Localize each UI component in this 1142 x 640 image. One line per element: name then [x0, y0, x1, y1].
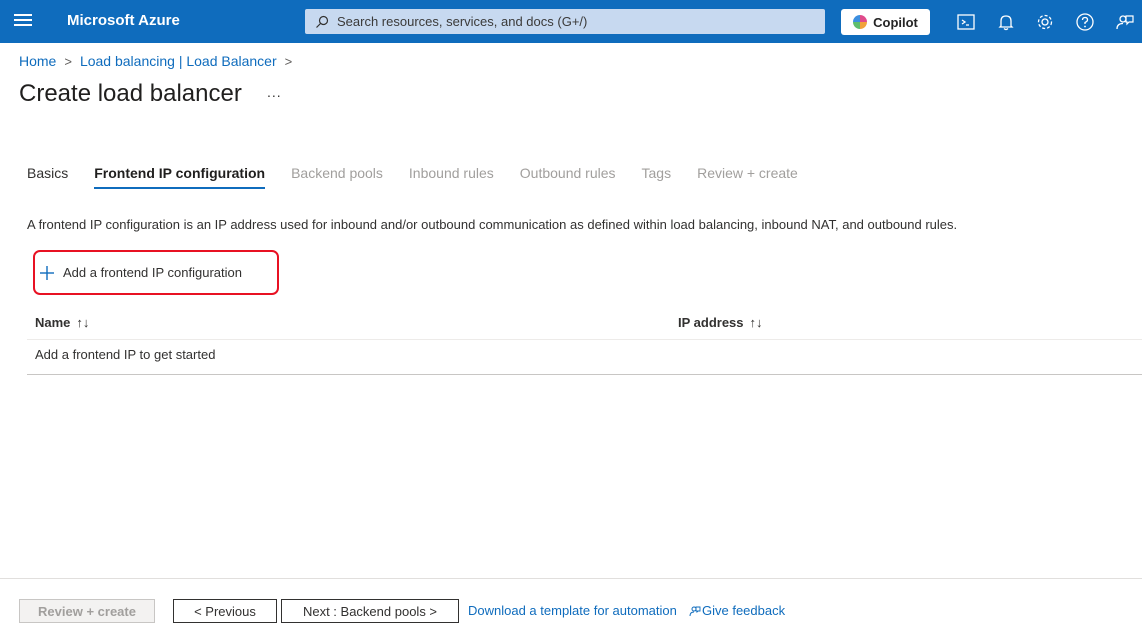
column-header-name-label: Name [35, 315, 71, 330]
menu-icon[interactable] [14, 14, 32, 28]
gear-icon[interactable] [1034, 11, 1056, 33]
tab-tags[interactable]: Tags [642, 165, 672, 189]
frontend-ip-table: Name ↑↓ IP address ↑↓ Add a frontend IP … [27, 306, 1142, 375]
tab-inbound-rules[interactable]: Inbound rules [409, 165, 494, 189]
copilot-label: Copilot [873, 14, 918, 30]
tab-basics[interactable]: Basics [27, 165, 68, 189]
breadcrumb-load-balancer[interactable]: Load balancing | Load Balancer [80, 53, 277, 69]
help-icon[interactable] [1074, 11, 1096, 33]
add-frontend-ip-button[interactable]: Add a frontend IP configuration [33, 250, 279, 295]
table-header: Name ↑↓ IP address ↑↓ [27, 306, 1142, 340]
tab-outbound-rules[interactable]: Outbound rules [520, 165, 616, 189]
give-feedback-label: Give feedback [702, 603, 786, 618]
tab-review-create[interactable]: Review + create [697, 165, 798, 189]
feedback-icon [689, 606, 701, 616]
global-search[interactable] [305, 9, 825, 34]
search-icon [316, 15, 329, 28]
copilot-button[interactable]: Copilot [841, 9, 930, 35]
tab-backend-pools[interactable]: Backend pools [291, 165, 383, 189]
section-description: A frontend IP configuration is an IP add… [27, 217, 958, 232]
add-frontend-ip-label: Add a frontend IP configuration [63, 265, 242, 280]
table-row: Add a frontend IP to get started [27, 340, 1142, 375]
tab-frontend-ip-configuration[interactable]: Frontend IP configuration [94, 165, 266, 189]
sort-icon: ↑↓ [76, 315, 90, 330]
breadcrumb-home[interactable]: Home [19, 53, 56, 69]
next-backend-pools-button[interactable]: Next : Backend pools > [281, 599, 459, 623]
wizard-tabs: Basics Frontend IP configuration Backend… [27, 165, 824, 189]
brand-title[interactable]: Microsoft Azure [67, 12, 180, 29]
breadcrumb-separator: > [64, 53, 72, 69]
cloud-shell-icon[interactable] [955, 11, 977, 33]
download-template-link[interactable]: Download a template for automation [468, 603, 677, 618]
more-actions-button[interactable]: ... [267, 84, 282, 100]
plus-icon [40, 265, 54, 280]
column-header-ip-address[interactable]: IP address ↑↓ [678, 315, 763, 330]
review-create-button[interactable]: Review + create [19, 599, 155, 623]
column-header-ip-address-label: IP address [678, 315, 744, 330]
empty-table-message: Add a frontend IP to get started [35, 347, 216, 362]
feedback-icon[interactable] [1114, 11, 1136, 33]
sort-icon: ↑↓ [749, 315, 763, 330]
top-bar: Microsoft Azure Copilot [0, 0, 1142, 43]
wizard-footer: Review + create < Previous Next : Backen… [0, 578, 1142, 640]
give-feedback-link[interactable]: Give feedback [689, 603, 785, 618]
breadcrumb-separator: > [284, 53, 293, 69]
bell-icon[interactable] [995, 11, 1017, 33]
page-title: Create load balancer [19, 80, 242, 107]
column-header-name[interactable]: Name ↑↓ [35, 315, 89, 330]
previous-button[interactable]: < Previous [173, 599, 277, 623]
search-input[interactable] [337, 14, 817, 29]
breadcrumb: Home > Load balancing | Load Balancer > [19, 53, 300, 69]
copilot-icon [853, 15, 868, 29]
